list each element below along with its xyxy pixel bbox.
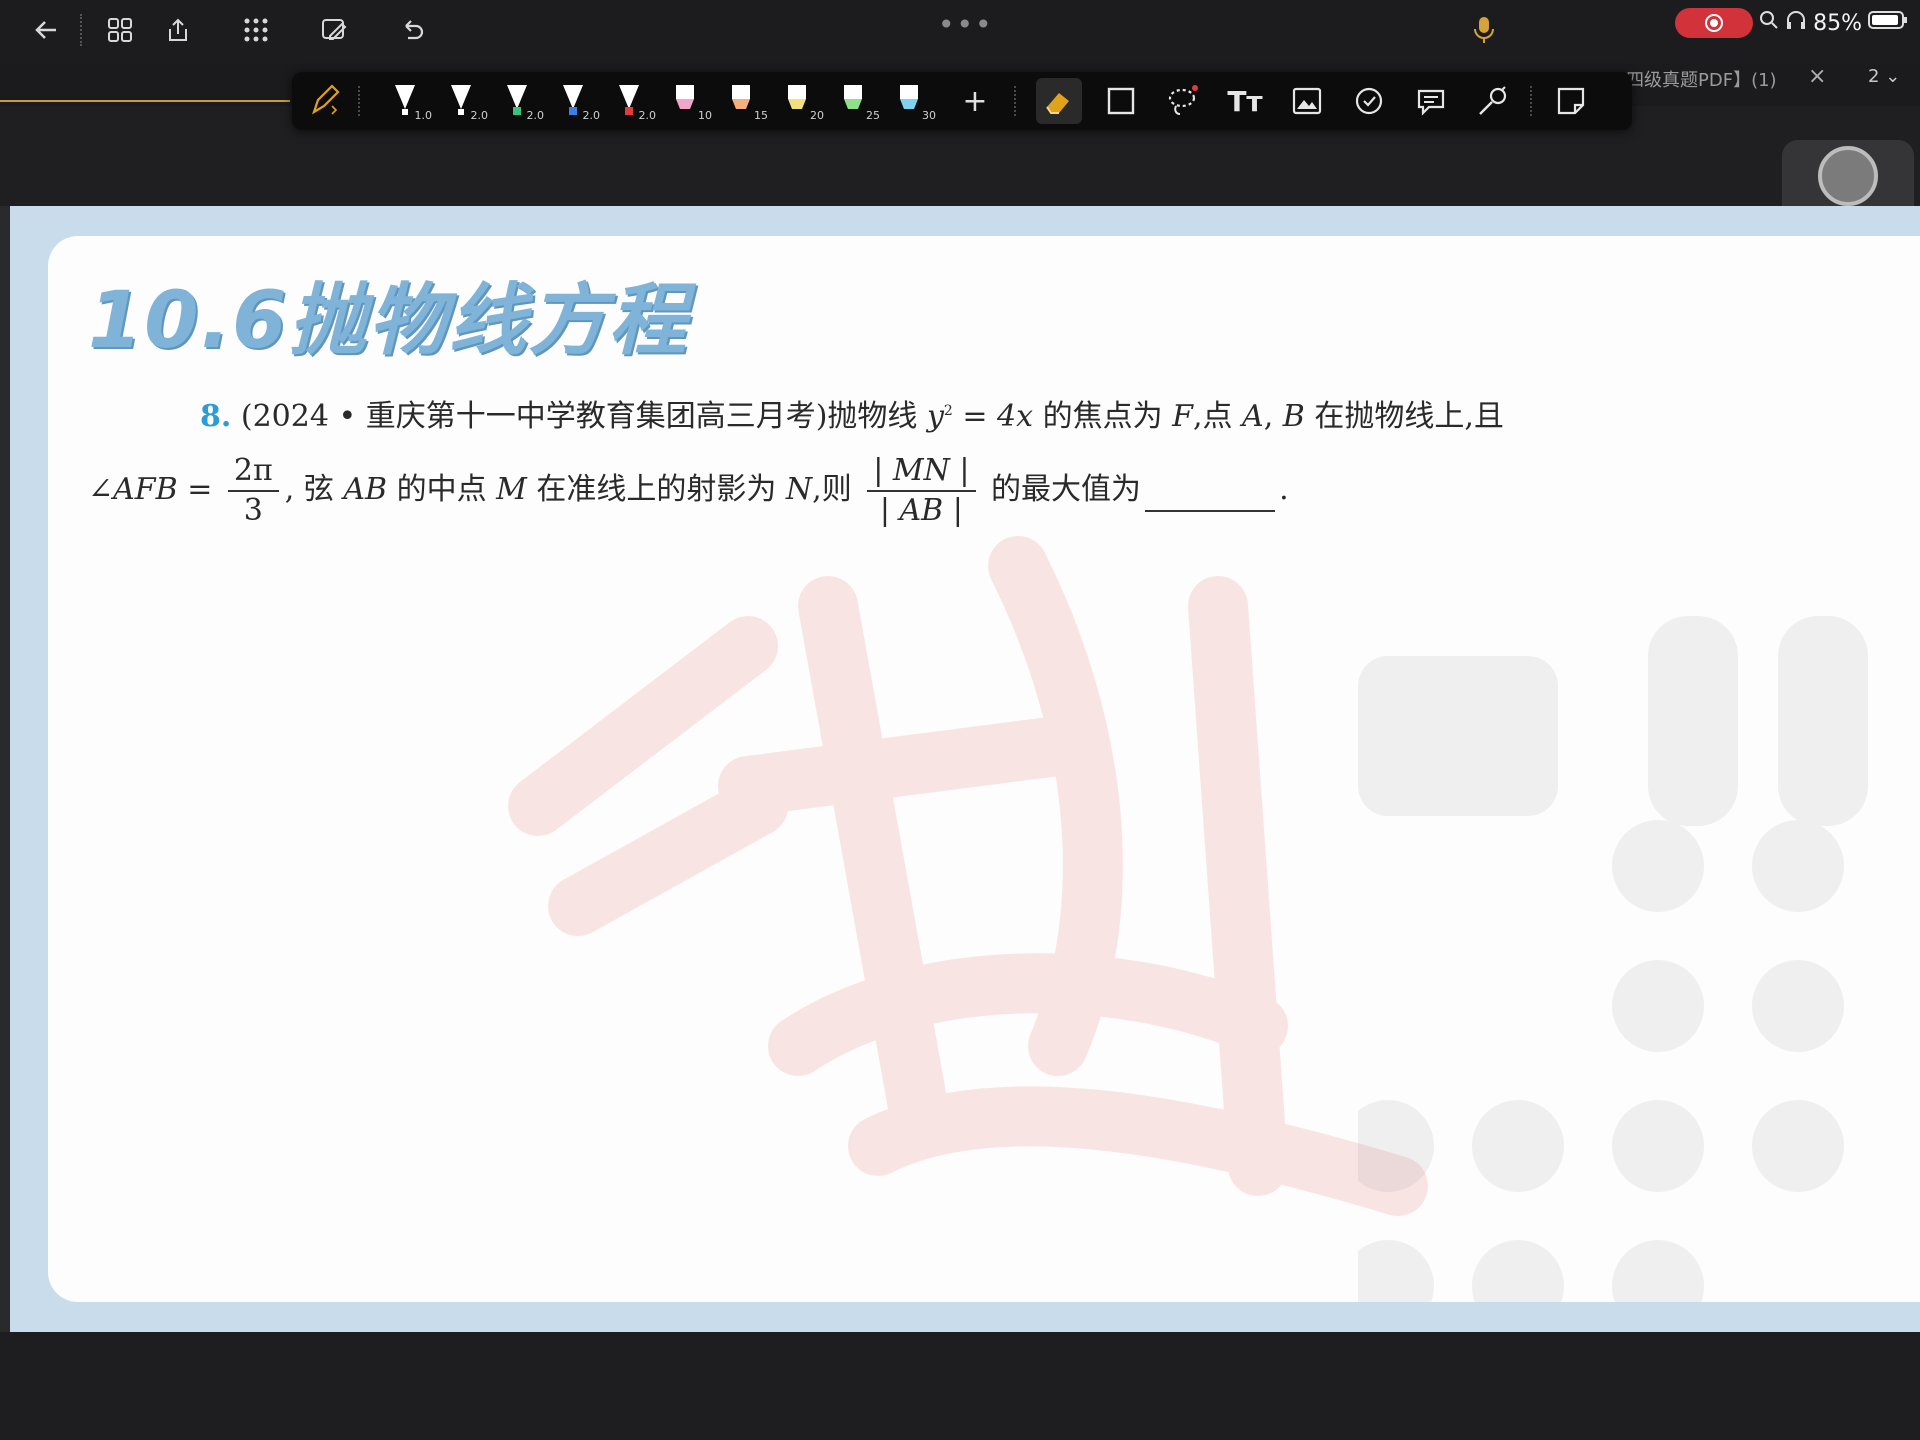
equation-var: y: [926, 399, 944, 434]
back-icon[interactable]: [24, 8, 68, 52]
pen-size-label: 2.0: [582, 109, 601, 122]
divider: [1530, 86, 1532, 116]
highlighter-2[interactable]: 15: [718, 78, 768, 124]
screen-record-indicator[interactable]: [1675, 8, 1754, 38]
assistive-touch-knob: [1818, 146, 1878, 206]
equation-rest: = 4x: [952, 399, 1034, 434]
tab-close-icon[interactable]: ×: [1808, 64, 1826, 89]
text-segment: ,: [1263, 399, 1283, 434]
active-tab-indicator: [0, 100, 290, 102]
highlighter-1[interactable]: 10: [662, 78, 712, 124]
divider: [1014, 86, 1016, 116]
equation-exponent: 2: [943, 403, 953, 419]
text-segment: 在抛物线上,且: [1304, 399, 1504, 434]
point-N: N: [785, 472, 813, 507]
pen-4[interactable]: 2.0: [550, 78, 600, 124]
point-A: A: [1242, 399, 1264, 434]
top-bar: ••• 85%: [0, 0, 1920, 64]
text-tool-icon[interactable]: Tт: [1222, 78, 1268, 124]
pen-size-label: 20: [810, 109, 824, 122]
pen-5[interactable]: 2.0: [606, 78, 656, 124]
edit-doc-icon[interactable]: [312, 8, 356, 52]
pen-size-label: 2.0: [638, 109, 657, 122]
apps-icon[interactable]: [234, 8, 278, 52]
lasso-icon[interactable]: [1160, 78, 1206, 124]
pen-size-label: 2.0: [470, 109, 489, 122]
control-center-ghost: [1358, 616, 1868, 1302]
add-pen-button[interactable]: +: [952, 78, 998, 124]
more-menu-icon[interactable]: •••: [938, 8, 994, 41]
eraser-icon[interactable]: [1036, 78, 1082, 124]
fraction-numerator: | MN |: [867, 452, 976, 492]
bottom-area: [0, 1332, 1920, 1440]
chord-AB: AB: [343, 472, 388, 507]
sidebar-edge: [0, 206, 10, 1332]
search-icon: [1759, 10, 1779, 36]
pen-size-label: 2.0: [526, 109, 545, 122]
fraction-2pi-3: 2π 3: [227, 452, 279, 530]
problem-line-1: 8. (2024 • 重庆第十一中学教育集团高三月考)抛物线 y2 = 4x 的…: [136, 376, 1696, 452]
problem-text: 8. (2024 • 重庆第十一中学教育集团高三月考)抛物线 y2 = 4x 的…: [88, 376, 1696, 530]
text-segment: , 弦: [284, 472, 344, 507]
fraction-denominator: | AB |: [879, 493, 963, 528]
point-B: B: [1282, 399, 1305, 434]
answer-blank[interactable]: [1145, 484, 1276, 512]
point-F: F: [1172, 399, 1193, 434]
pen-size-label: 1.0: [414, 109, 433, 122]
problem-line-2: ∠AFB = 2π 3 , 弦 AB 的中点 M 在准线上的射影为 N,则 | …: [88, 452, 1696, 530]
undo-icon[interactable]: [390, 8, 434, 52]
status-bar: 85%: [1675, 6, 1908, 40]
page-selector[interactable]: 2 ⌄: [1868, 66, 1900, 87]
fraction-MN-AB: | MN | | AB |: [867, 452, 976, 530]
pen-size-label: 15: [754, 109, 768, 122]
pen-toolbar: 1.0 2.0 2.0 2.0 2.0 10 15 20 25 30 + Tт: [292, 72, 1632, 130]
pen-1[interactable]: 1.0: [382, 78, 432, 124]
pen-size-label: 25: [866, 109, 880, 122]
text-segment: ,点: [1192, 399, 1243, 434]
pen-size-label: 10: [698, 109, 712, 122]
highlighter-5[interactable]: 30: [886, 78, 936, 124]
divider: [358, 86, 360, 116]
rectangle-icon[interactable]: [1098, 78, 1144, 124]
text-segment: 的焦点为: [1033, 399, 1163, 434]
sticker-icon[interactable]: [1346, 78, 1392, 124]
angle-expression: ∠AFB =: [88, 472, 213, 507]
text-segment: ,则: [812, 472, 852, 507]
pen-3[interactable]: 2.0: [494, 78, 544, 124]
highlighter-3[interactable]: 20: [774, 78, 824, 124]
text-segment: 的最大值为: [981, 472, 1142, 507]
chevron-down-icon: ⌄: [1885, 66, 1901, 87]
export-icon[interactable]: [156, 8, 200, 52]
grid-icon[interactable]: [98, 8, 142, 52]
text-segment: 的中点: [387, 472, 497, 507]
image-icon[interactable]: [1284, 78, 1330, 124]
highlighter-4[interactable]: 25: [830, 78, 880, 124]
battery-icon: [1868, 10, 1908, 36]
period: .: [1279, 472, 1289, 507]
laser-pointer-icon[interactable]: [1470, 78, 1516, 124]
crop-icon[interactable]: [1548, 78, 1594, 124]
fraction-denominator: 3: [243, 493, 263, 528]
text-segment: 在准线上的射影为: [526, 472, 786, 507]
document-page[interactable]: 10.6抛物线方程 8. (2024 • 重庆第十一中学教育集团高三月考)抛物线…: [48, 236, 1920, 1302]
point-M: M: [496, 472, 527, 507]
microphone-icon[interactable]: [1462, 8, 1506, 52]
page-number: 2: [1868, 66, 1880, 87]
headphones-icon: [1785, 10, 1807, 36]
pen-2[interactable]: 2.0: [438, 78, 488, 124]
pencil-bluetooth-icon[interactable]: [302, 78, 348, 124]
problem-source: (2024 • 重庆第十一中学教育集团高三月考)抛物线: [240, 399, 918, 434]
divider: [80, 14, 84, 46]
battery-percent: 85%: [1813, 10, 1862, 36]
problem-number: 8.: [200, 399, 232, 434]
fraction-numerator: 2π: [227, 452, 279, 492]
comment-icon[interactable]: [1408, 78, 1454, 124]
tab-document-title[interactable]: 四级真题PDF】(1): [1626, 66, 1777, 92]
section-heading: 10.6抛物线方程: [88, 276, 689, 366]
pen-size-label: 30: [922, 109, 936, 122]
